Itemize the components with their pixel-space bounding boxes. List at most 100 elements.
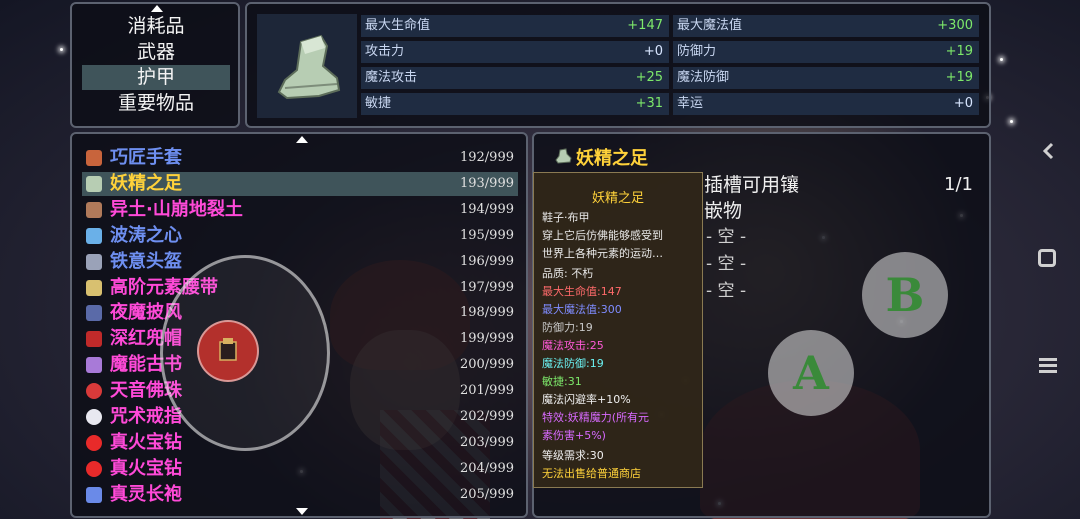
ring-icon [86, 409, 102, 425]
tooltip-line: 无法出售给普通商店 [542, 467, 641, 480]
category-menu: 消耗品 武器 护甲 重要物品 [70, 2, 240, 128]
wave-icon [86, 227, 102, 244]
stat-value: +19 [945, 44, 973, 59]
cape-icon [86, 305, 102, 322]
category-item[interactable]: 护甲 [82, 65, 230, 90]
item-count: 205/999 [459, 486, 514, 502]
item-count: 202/999 [459, 409, 514, 424]
home-icon[interactable] [1038, 249, 1056, 267]
stat-value: +300 [937, 18, 973, 33]
boot-icon [277, 34, 341, 100]
stat-row: 最大魔法值 +300 [673, 15, 979, 37]
tooltip-line: 等级需求:30 [542, 449, 604, 462]
robe-icon [86, 486, 102, 503]
tooltip-line: 防御力:19 [542, 321, 593, 334]
list-scroll-down-icon[interactable] [296, 508, 308, 515]
stat-label: 攻击力 [365, 44, 405, 59]
gem-icon [86, 460, 102, 477]
item-count: 196/999 [459, 253, 514, 269]
item-list-row[interactable]: 真灵长袍 205/999 [82, 483, 518, 507]
b-button[interactable]: B [862, 252, 948, 338]
a-button[interactable]: A [768, 330, 854, 416]
item-count: 194/999 [459, 201, 514, 217]
socket-slot[interactable]: - 空 - [706, 276, 746, 301]
stat-row: 魔法攻击 +25 [361, 67, 669, 89]
boot-icon [555, 148, 572, 164]
stat-row: 敏捷 +31 [361, 93, 669, 115]
sockets-title: 插槽可用镶嵌物 [704, 174, 800, 222]
back-icon[interactable] [1040, 142, 1058, 160]
tooltip-line: 魔法攻击:25 [542, 339, 604, 352]
item-portrait [257, 14, 357, 118]
item-count: 195/999 [459, 227, 514, 243]
hood-icon [86, 331, 102, 348]
item-stats-panel: 最大生命值 +147 攻击力 +0 魔法攻击 +25 敏捷 +31 最大魔法值 +300 防御力 +1… [245, 2, 991, 128]
tooltip-line: 穿上它后仿佛能够感受到 [542, 229, 663, 242]
helmet-icon [86, 253, 102, 270]
item-list-row[interactable]: 异土·山崩地裂土 194/999 [82, 198, 518, 222]
earth-icon [86, 201, 102, 218]
category-item[interactable]: 消耗品 [82, 14, 230, 39]
item-list-row[interactable]: 铁意头盔 196/999 [82, 250, 518, 274]
category-item[interactable]: 重要物品 [82, 91, 230, 116]
stat-label: 魔法攻击 [365, 70, 418, 85]
item-name: 真灵长袍 [110, 483, 182, 505]
list-scroll-up-icon[interactable] [296, 136, 308, 143]
item-count: 200/999 [459, 357, 514, 373]
item-count: 198/999 [459, 305, 514, 321]
item-tooltip: 妖精之足 鞋子·布甲穿上它后仿佛能够感受到 世界上各种元素的运动… 品质: 不朽最大… [533, 172, 703, 488]
tooltip-title: 妖精之足 [591, 191, 644, 206]
socket-slot[interactable]: - 空 - [706, 249, 746, 274]
tooltip-line: 最大生命值:147 [542, 285, 622, 298]
item-list-row[interactable]: 妖精之足 193/999 [82, 171, 518, 196]
item-count: 201/999 [459, 383, 514, 399]
tooltip-line: 鞋子·布甲 [542, 211, 590, 224]
stat-row: 魔法防御 +19 [673, 67, 979, 89]
tooltip-line: 最大魔法值:300 [542, 303, 622, 316]
stat-row: 最大生命值 +147 [361, 15, 669, 37]
item-count: 199/999 [459, 331, 514, 347]
tooltip-line: 品质: 不朽 [542, 267, 594, 280]
item-list-row[interactable]: 真火宝钻 203/999 [82, 431, 518, 455]
joystick-knob[interactable] [197, 320, 259, 382]
belt-icon [86, 279, 102, 296]
socket-slot[interactable]: - 空 - [706, 222, 746, 247]
stat-label: 魔法防御 [677, 70, 730, 85]
item-count: 203/999 [459, 434, 514, 450]
stat-label: 幸运 [677, 96, 704, 111]
stat-label: 防御力 [677, 44, 717, 59]
beads-icon [86, 383, 102, 400]
tooltip-line: 特效:妖精魔力(所有元 [542, 411, 649, 424]
item-name: 巧匠手套 [110, 147, 182, 168]
stat-label: 最大魔法值 [677, 18, 743, 33]
stat-row: 攻击力 +0 [361, 41, 669, 63]
stat-value: +31 [635, 96, 663, 111]
stat-value: +0 [953, 96, 973, 111]
book-icon [86, 357, 102, 374]
category-item[interactable]: 武器 [82, 40, 230, 65]
item-name: 波涛之心 [110, 224, 182, 246]
tooltip-line: 世界上各种元素的运动… [542, 247, 663, 260]
stat-value: +147 [627, 18, 663, 33]
stat-value: +0 [643, 44, 663, 59]
item-list-row[interactable]: 巧匠手套 192/999 [82, 146, 518, 170]
item-name: 妖精之足 [110, 172, 182, 194]
item-count: 192/999 [459, 150, 514, 165]
item-name: 铁意头盔 [110, 250, 182, 272]
stat-value: +19 [945, 70, 973, 85]
gem-icon [86, 434, 102, 451]
item-count: 204/999 [459, 460, 514, 476]
item-list-row[interactable]: 真火宝钻 204/999 [82, 457, 518, 481]
item-name: 真火宝钻 [110, 457, 182, 479]
stat-label: 敏捷 [365, 96, 392, 111]
detail-item-name: 妖精之足 [576, 148, 648, 169]
stat-label: 最大生命值 [365, 18, 431, 33]
item-name: 异土·山崩地裂土 [110, 198, 243, 220]
tooltip-line: 魔法闪避率+10% [542, 393, 631, 406]
item-list-row[interactable]: 波涛之心 195/999 [82, 224, 518, 248]
menu-icon[interactable] [1039, 357, 1057, 373]
sockets-count: 1/1 [944, 174, 973, 195]
tooltip-line: 敏捷:31 [542, 375, 582, 388]
scroll-up-icon[interactable] [151, 5, 163, 12]
stat-row: 幸运 +0 [673, 93, 979, 115]
